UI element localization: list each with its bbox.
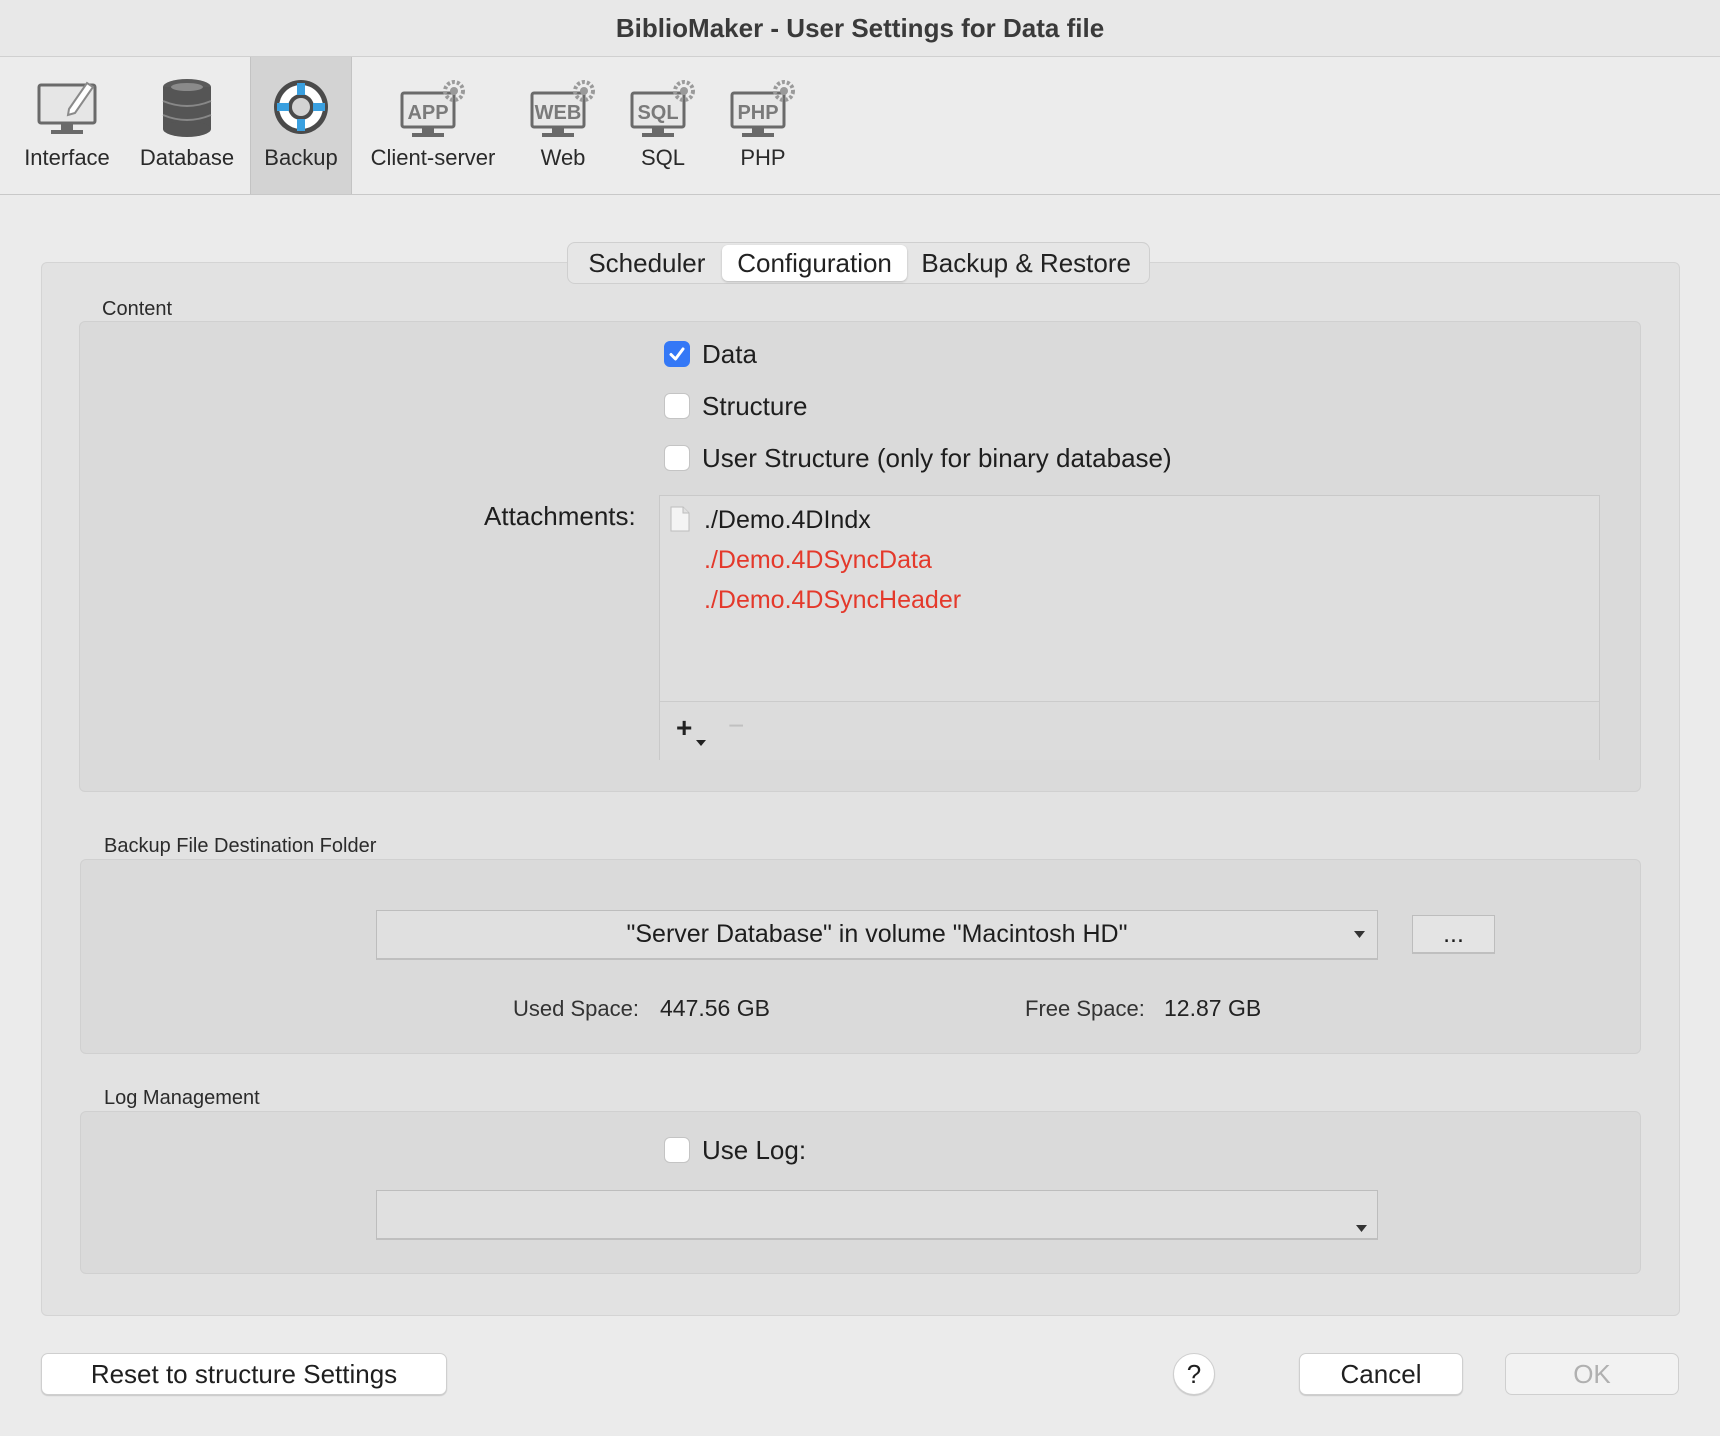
monitor-pencil-icon <box>37 81 97 134</box>
cancel-button[interactable]: Cancel <box>1299 1353 1463 1395</box>
svg-text:PHP: PHP <box>737 102 778 124</box>
toolbar-label: PHP <box>740 145 786 170</box>
reset-to-structure-button[interactable]: Reset to structure Settings <box>41 1353 447 1395</box>
lifebuoy-icon <box>274 80 328 134</box>
svg-text:WEB: WEB <box>535 102 582 124</box>
php-server-icon: PHP <box>730 80 795 137</box>
attachments-list[interactable]: ./Demo.4DIndx ./Demo.4DSyncData ./Demo.4… <box>659 495 1600 760</box>
chevron-down-icon <box>696 740 706 746</box>
toolbar-label: Interface <box>24 145 110 170</box>
user-structure-checkbox-label: User Structure (only for binary database… <box>702 443 1172 473</box>
sql-server-icon: SQL <box>630 80 695 137</box>
used-space-value: 447.56 GB <box>660 995 770 1021</box>
content-group-title: Content <box>102 298 173 320</box>
structure-checkbox-label: Structure <box>702 391 808 421</box>
destination-folder-value: "Server Database" in volume "Macintosh H… <box>626 920 1128 948</box>
svg-text:APP: APP <box>407 102 448 124</box>
log-group-title: Log Management <box>104 1087 260 1109</box>
log-file-popup[interactable] <box>376 1190 1378 1240</box>
attachments-label: Attachments: <box>484 501 636 531</box>
toolbar-item-web[interactable]: WEB Web <box>518 57 608 194</box>
tab-scheduler[interactable]: Scheduler <box>572 245 722 281</box>
window-title: BiblioMaker - User Settings for Data fil… <box>0 0 1720 57</box>
free-space-label: Free Space: <box>1025 996 1145 1021</box>
structure-checkbox[interactable] <box>664 393 690 419</box>
toolbar-item-client-server[interactable]: APP Client-server <box>360 57 506 194</box>
toolbar-label: Backup <box>264 145 338 170</box>
toolbar-item-sql[interactable]: SQL SQL <box>618 57 708 194</box>
web-server-icon: WEB <box>530 80 595 137</box>
user-structure-checkbox[interactable] <box>664 445 690 471</box>
chevron-down-icon <box>1356 1225 1367 1232</box>
browse-folder-button[interactable]: ... <box>1412 915 1495 954</box>
toolbar-item-php[interactable]: PHP PHP <box>718 57 808 194</box>
ok-button[interactable]: OK <box>1505 1353 1679 1395</box>
use-log-checkbox-label: Use Log: <box>702 1135 807 1165</box>
toolbar-item-database[interactable]: Database <box>132 57 242 194</box>
toolbar-label: Web <box>540 145 586 170</box>
tab-backup-restore[interactable]: Backup & Restore <box>907 245 1145 281</box>
help-button[interactable]: ? <box>1173 1353 1215 1395</box>
add-attachment-button[interactable]: + <box>676 712 692 744</box>
database-icon <box>162 79 212 137</box>
remove-attachment-button[interactable]: − <box>728 710 744 742</box>
used-space-label: Used Space: <box>513 996 639 1021</box>
toolbar-item-interface[interactable]: Interface <box>10 57 124 194</box>
list-item[interactable]: ./Demo.4DSyncData <box>704 546 932 575</box>
toolbar-item-backup[interactable]: Backup <box>250 57 352 194</box>
svg-text:SQL: SQL <box>637 102 678 124</box>
document-icon <box>670 506 690 532</box>
destination-folder-popup[interactable]: "Server Database" in volume "Macintosh H… <box>376 910 1378 960</box>
chevron-down-icon <box>1354 931 1365 938</box>
settings-toolbar: Interface Database Backup APP Client-ser… <box>0 57 1720 195</box>
free-space-value: 12.87 GB <box>1164 995 1262 1021</box>
attachments-list-footer: + − <box>660 701 1599 760</box>
tab-bar: Scheduler Configuration Backup & Restore <box>567 242 1150 284</box>
attachments-items: ./Demo.4DIndx ./Demo.4DSyncData ./Demo.4… <box>660 496 1599 701</box>
destination-group-title: Backup File Destination Folder <box>104 835 377 857</box>
checkmark-icon <box>669 347 685 361</box>
tab-configuration[interactable]: Configuration <box>721 245 908 281</box>
data-checkbox-label: Data <box>702 339 757 369</box>
toolbar-label: SQL <box>640 145 686 170</box>
list-item[interactable]: ./Demo.4DSyncHeader <box>704 586 961 615</box>
use-log-checkbox[interactable] <box>664 1137 690 1163</box>
list-item[interactable]: ./Demo.4DIndx <box>704 506 871 535</box>
toolbar-label: Database <box>139 145 235 170</box>
app-server-icon: APP <box>400 80 465 137</box>
toolbar-label: Client-server <box>370 145 496 170</box>
data-checkbox[interactable] <box>664 341 690 367</box>
